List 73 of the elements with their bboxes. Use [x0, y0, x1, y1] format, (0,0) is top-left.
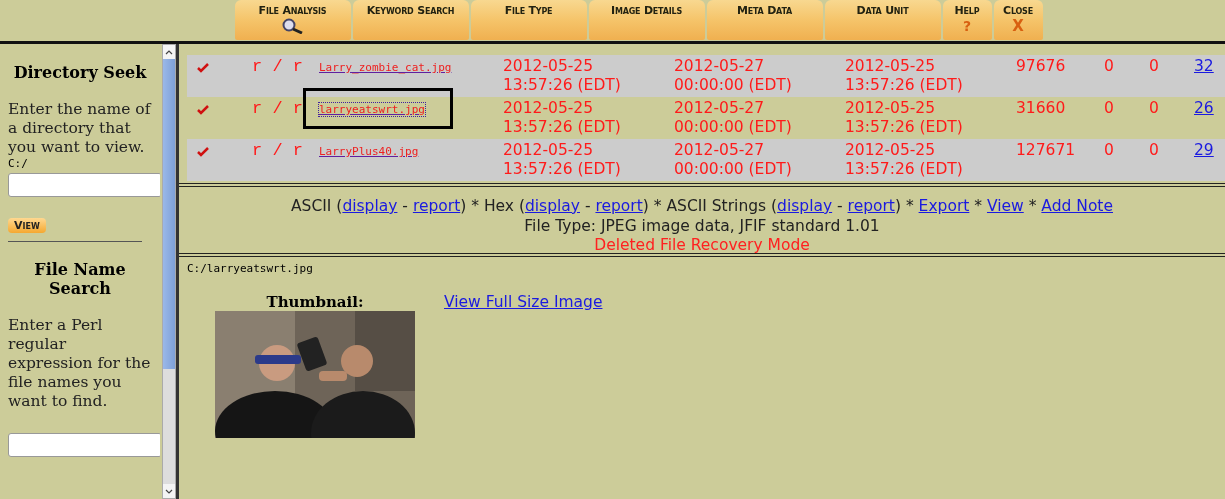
- action-link[interactable]: display: [342, 197, 398, 215]
- table-cell-text: 2012-05-25 13:57:26 (EDT): [503, 57, 622, 96]
- table-cell-text: r / r: [252, 141, 304, 162]
- section-title: File Name Search: [33, 260, 127, 298]
- table-cell-text: 2012-05-25 13:57:26 (EDT): [845, 141, 964, 180]
- nav-tab[interactable]: File Analysis: [234, 0, 351, 40]
- action-link[interactable]: report: [412, 197, 461, 215]
- full-size-link[interactable]: View Full Size Image: [444, 293, 603, 313]
- action-link[interactable]: report: [847, 197, 895, 215]
- table-cell-text: 2012-05-27 00:00:00 (EDT): [674, 57, 793, 96]
- help-icon: ?: [962, 18, 972, 34]
- scroll-up-icon[interactable]: [165, 49, 173, 55]
- action-link[interactable]: display: [524, 197, 580, 215]
- nav-tab[interactable]: Meta Data: [706, 0, 823, 40]
- table-cell-text: 127671: [1016, 141, 1077, 161]
- check-icon: [197, 63, 209, 73]
- search-field[interactable]: [8, 433, 160, 457]
- table-cell-text: 2012-05-27 00:00:00 (EDT): [674, 141, 793, 180]
- nav-tab[interactable]: File Type: [470, 0, 587, 40]
- table-cell-text: 31660: [1016, 99, 1067, 119]
- table-cell-text: 2012-05-25 13:57:26 (EDT): [503, 141, 622, 180]
- action-text: -: [583, 197, 592, 215]
- action-link[interactable]: Add Note: [1041, 197, 1113, 215]
- nav-tab[interactable]: Help ?: [942, 0, 992, 40]
- search-icon: [280, 18, 305, 34]
- nav-tab[interactable]: Close X: [993, 0, 1043, 40]
- directory-field[interactable]: [8, 173, 160, 197]
- scrollbar[interactable]: [162, 44, 176, 499]
- action-link[interactable]: report: [595, 197, 643, 215]
- meta-link[interactable]: 26: [1194, 99, 1214, 117]
- table-cell-text: 0: [1104, 141, 1115, 161]
- instructions-text: Enter the name of a directory that you want to view.: [8, 100, 152, 157]
- table-cell-text: 2012-05-25 13:57:26 (EDT): [503, 99, 622, 138]
- table-cell-text: 0: [1149, 57, 1160, 77]
- file-type-text: File Type: JPEG image data, JFIF standard 1.01: [523, 216, 881, 236]
- table-cell-text: 97676: [1016, 57, 1067, 77]
- view-button[interactable]: View: [8, 218, 46, 233]
- close-icon: X: [1012, 18, 1024, 34]
- table-cell-text: 2012-05-25 13:57:26 (EDT): [845, 57, 964, 96]
- table-cell-text: r / r: [252, 99, 304, 120]
- section-title: Directory Seek: [12, 63, 148, 82]
- table-cell-text: 0: [1149, 141, 1160, 161]
- action-text: -: [836, 197, 844, 215]
- nav-tab[interactable]: Image Details: [588, 0, 705, 40]
- action-text: ASCII (: [291, 197, 343, 215]
- action-link[interactable]: display: [777, 197, 833, 215]
- nav-tab[interactable]: Data Unit: [824, 0, 941, 40]
- check-icon: [197, 147, 209, 157]
- nav-tab[interactable]: Keyword Search: [352, 0, 469, 40]
- meta-link[interactable]: 32: [1194, 57, 1214, 75]
- check-icon: [197, 105, 209, 115]
- mode-text: Deleted File Recovery Mode: [593, 236, 811, 253]
- table-cell-text: 2012-05-27 00:00:00 (EDT): [674, 99, 793, 138]
- action-text: ) * ASCII Strings (: [642, 197, 778, 215]
- table-cell-text: 2012-05-25 13:57:26 (EDT): [845, 99, 964, 138]
- action-link[interactable]: View: [986, 197, 1024, 215]
- path-label: C:/: [8, 157, 29, 170]
- action-text: ) *: [894, 197, 915, 215]
- instructions-text: Enter a Perl regular expression for the file names you want to find.: [8, 316, 152, 411]
- meta-link[interactable]: 29: [1194, 141, 1214, 159]
- table-cell-text: 0: [1104, 57, 1115, 77]
- table-cell-text: r / r: [252, 57, 304, 78]
- action-text: *: [973, 197, 984, 215]
- table-cell-text: 0: [1149, 99, 1160, 119]
- action-text: -: [401, 197, 409, 215]
- thumbnail-label: Thumbnail:: [266, 293, 364, 311]
- action-text: ) * Hex (: [460, 197, 525, 215]
- scrollbar-thumb[interactable]: [163, 59, 175, 369]
- action-link[interactable]: Export: [918, 197, 970, 215]
- table-cell-text: 0: [1104, 99, 1115, 119]
- scroll-down-icon[interactable]: [165, 488, 173, 494]
- action-text: *: [1027, 197, 1038, 215]
- file-path: C:/larryeatswrt.jpg: [187, 262, 314, 275]
